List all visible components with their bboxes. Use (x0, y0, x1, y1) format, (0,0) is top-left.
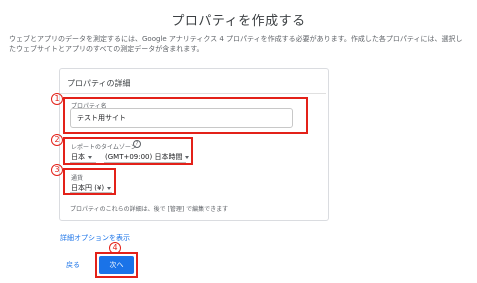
currency-value: 日本円 (¥) (71, 184, 105, 192)
timezone-zone-underline (104, 162, 186, 163)
timezone-country-select[interactable]: 日本 (71, 152, 92, 162)
page-title: プロパティを作成する (171, 14, 306, 29)
help-icon[interactable]: ? (133, 140, 141, 148)
chevron-down-icon (88, 155, 92, 159)
card-divider (60, 93, 326, 94)
annotation-number-2: 2 (51, 134, 63, 146)
card-title: プロパティの詳細 (67, 79, 131, 88)
timezone-country-underline (70, 162, 96, 163)
back-button[interactable]: 戻る (60, 256, 86, 274)
annotation-number-1: 1 (51, 93, 63, 105)
advanced-options-link[interactable]: 詳細オプションを表示 (60, 233, 130, 243)
timezone-zone-value: (GMT+09:00) 日本時間 (105, 153, 183, 161)
annotation-number-3: 3 (51, 164, 63, 176)
timezone-zone-select[interactable]: (GMT+09:00) 日本時間 (105, 152, 190, 162)
currency-label: 通貨 (71, 175, 84, 182)
chevron-down-icon (107, 186, 112, 190)
edit-later-note: プロパティのこれらの詳細は、後で [管理] で編集できます (70, 206, 229, 213)
next-button[interactable]: 次へ (99, 256, 134, 274)
currency-underline (70, 192, 112, 193)
property-name-input[interactable]: テスト用サイト (70, 108, 293, 128)
timezone-label: レポートのタイムゾーン (71, 144, 137, 151)
timezone-country-value: 日本 (71, 153, 85, 161)
chevron-down-icon (185, 155, 190, 159)
page-description: ウェブとアプリのデータを測定するには、Google アナリティクス 4 プロパテ… (9, 35, 463, 53)
